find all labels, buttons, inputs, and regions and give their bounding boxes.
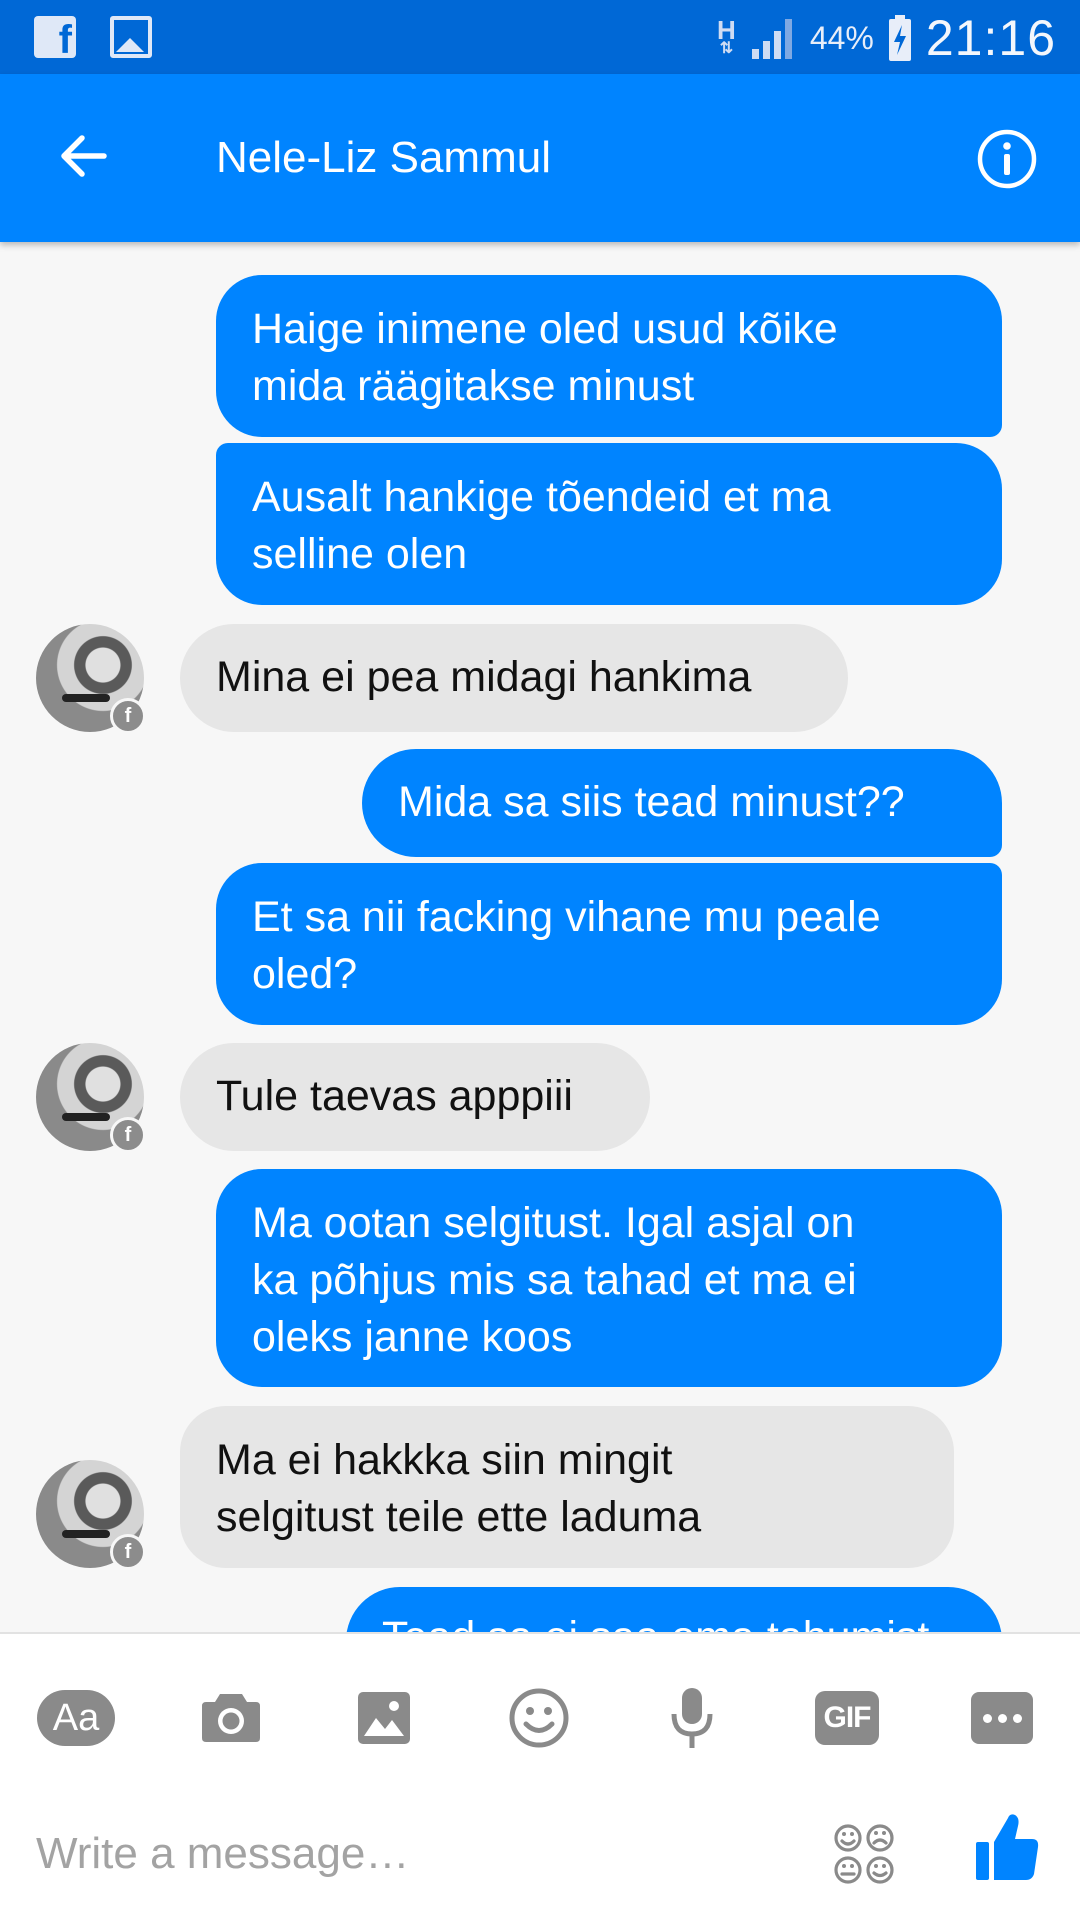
network-type-label: H xyxy=(717,15,736,45)
microphone-icon xyxy=(671,1688,713,1748)
message-text: Mida sa siis tead minust?? xyxy=(398,778,905,826)
message-bubble-incoming[interactable]: Mina ei pea midagi hankima xyxy=(180,624,848,732)
status-bar: f H ⇅ 44% 21:16 xyxy=(0,0,1080,74)
more-button[interactable] xyxy=(962,1678,1042,1758)
signal-icon xyxy=(751,19,792,59)
emoji-icon xyxy=(509,1688,569,1748)
facebook-badge-icon: f xyxy=(110,1534,146,1570)
message-text: selline olen xyxy=(252,530,468,578)
message-list[interactable]: Haige inimene oled usud kõike mida räägi… xyxy=(0,242,1080,1632)
message-text: Mina ei pea midagi hankima xyxy=(216,653,752,701)
avatar[interactable]: f xyxy=(36,624,146,734)
clock: 21:16 xyxy=(925,10,1056,66)
app-bar: Nele-Liz Sammul xyxy=(0,74,1080,242)
network-h-icon: H ⇅ xyxy=(717,15,736,57)
battery-percent: 44% xyxy=(809,19,874,56)
gif-button[interactable]: GIF xyxy=(807,1678,887,1758)
stickers-icon[interactable] xyxy=(832,1822,896,1886)
facebook-badge-icon: f xyxy=(110,1117,146,1153)
message-bubble-outgoing[interactable]: Ma ootan selgitust. Igal asjal on ka põh… xyxy=(216,1169,1002,1387)
emoji-button[interactable] xyxy=(499,1678,579,1758)
message-text: Tule taevas apppiii xyxy=(216,1072,573,1120)
info-circle-icon[interactable] xyxy=(976,128,1038,190)
image-button[interactable] xyxy=(344,1678,424,1758)
message-text: Et sa nii facking vihane mu peale xyxy=(252,893,881,941)
facebook-notification-icon: f xyxy=(34,16,76,58)
gif-icon: GIF xyxy=(815,1691,879,1745)
message-text: oled? xyxy=(252,950,358,998)
more-icon xyxy=(971,1692,1033,1744)
camera-icon xyxy=(202,1694,260,1742)
message-bubble-incoming[interactable]: Tule taevas apppiii xyxy=(180,1043,650,1151)
message-bubble-outgoing[interactable]: Et sa nii facking vihane mu peale oled? xyxy=(216,863,1002,1025)
message-bubble-outgoing[interactable]: Ausalt hankige tõendeid et ma selline ol… xyxy=(216,443,1002,605)
message-input[interactable] xyxy=(36,1820,796,1888)
message-text: Ma ei hakkka siin mingit xyxy=(216,1436,673,1484)
avatar[interactable]: f xyxy=(36,1043,146,1153)
arrow-left-icon[interactable] xyxy=(56,128,112,184)
battery-charging-icon xyxy=(888,15,911,61)
facebook-badge-icon: f xyxy=(110,698,146,734)
message-text: Ausalt hankige tõendeid et ma xyxy=(252,473,831,521)
text-format-icon: Aa xyxy=(37,1690,115,1746)
gallery-notification-icon xyxy=(110,16,152,58)
message-bubble-outgoing[interactable]: Mida sa siis tead minust?? xyxy=(362,749,1002,857)
message-text: mida räägitakse minust xyxy=(252,362,695,410)
message-text: oleks janne koos xyxy=(252,1313,573,1361)
message-text: selgitust teile ette laduma xyxy=(216,1493,702,1541)
composer: Aa GIF xyxy=(0,1632,1080,1920)
message-text: Ma ootan selgitust. Igal asjal on xyxy=(252,1199,855,1247)
text-format-button[interactable]: Aa xyxy=(36,1678,116,1758)
message-bubble-outgoing[interactable]: Haige inimene oled usud kõike mida räägi… xyxy=(216,275,1002,437)
avatar[interactable]: f xyxy=(36,1460,146,1570)
message-text: Haige inimene oled usud kõike xyxy=(252,305,838,353)
message-text: ka põhjus mis sa tahad et ma ei xyxy=(252,1256,857,1304)
message-text: Tead sa ei saa oma tahumist xyxy=(382,1609,966,1632)
thumbs-up-icon[interactable] xyxy=(974,1812,1040,1882)
microphone-button[interactable] xyxy=(652,1678,732,1758)
conversation-title[interactable]: Nele-Liz Sammul xyxy=(216,130,551,186)
message-bubble-incoming[interactable]: Ma ei hakkka siin mingit selgitust teile… xyxy=(180,1406,954,1568)
image-icon xyxy=(358,1692,410,1744)
camera-button[interactable] xyxy=(191,1678,271,1758)
message-bubble-outgoing[interactable]: Tead sa ei saa oma tahumist xyxy=(346,1587,1002,1632)
